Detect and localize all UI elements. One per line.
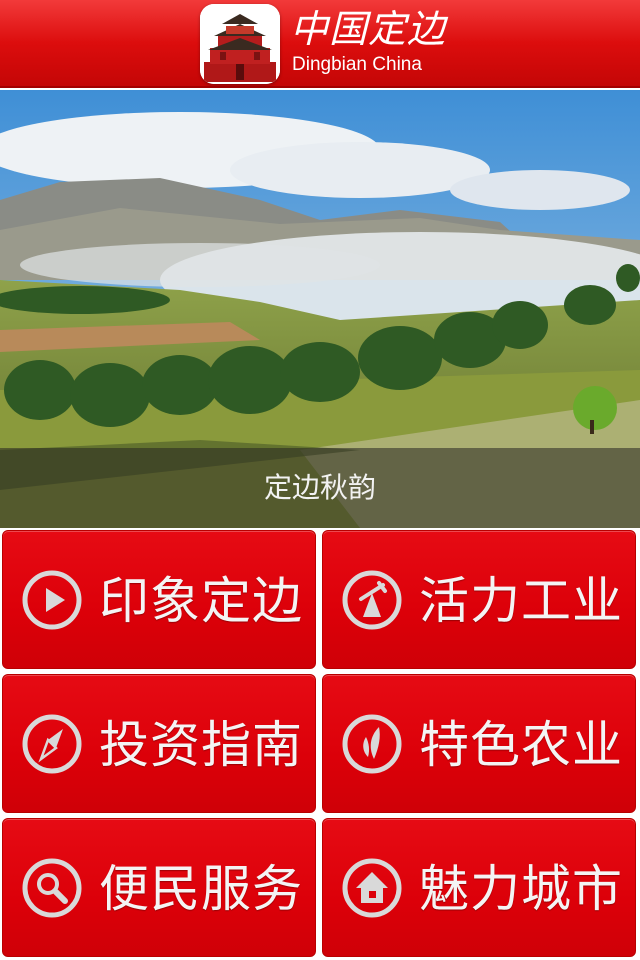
menu-tile-services[interactable]: 便民服务	[2, 818, 316, 957]
menu-tile-label: 魅力城市	[419, 860, 623, 918]
menu-tile-impression[interactable]: 印象定边	[2, 530, 316, 669]
industry-icon	[341, 569, 403, 631]
menu-tile-label: 印象定边	[99, 572, 303, 630]
brand-title-cn: 中国定边	[290, 7, 447, 51]
brand-title-en: Dingbian China	[292, 54, 422, 75]
menu-tile-industry[interactable]: 活力工业	[322, 530, 636, 669]
play-icon	[21, 569, 83, 631]
menu-tile-label: 活力工业	[419, 572, 623, 630]
home-icon	[341, 857, 403, 919]
compass-icon	[21, 713, 83, 775]
pavilion-logo-icon[interactable]	[200, 4, 280, 84]
banner-caption: 定边秋韵	[263, 471, 376, 504]
menu-tile-label: 便民服务	[99, 860, 303, 918]
menu-tile-investment[interactable]: 投资指南	[2, 674, 316, 813]
wheat-icon	[341, 713, 403, 775]
app-header: 中国定边 Dingbian China	[0, 0, 640, 88]
menu-tile-label: 投资指南	[99, 716, 303, 774]
menu-tile-city[interactable]: 魅力城市	[322, 818, 636, 957]
search-icon	[21, 857, 83, 919]
menu-tile-agriculture[interactable]: 特色农业	[322, 674, 636, 813]
menu-tile-label: 特色农业	[419, 716, 623, 774]
